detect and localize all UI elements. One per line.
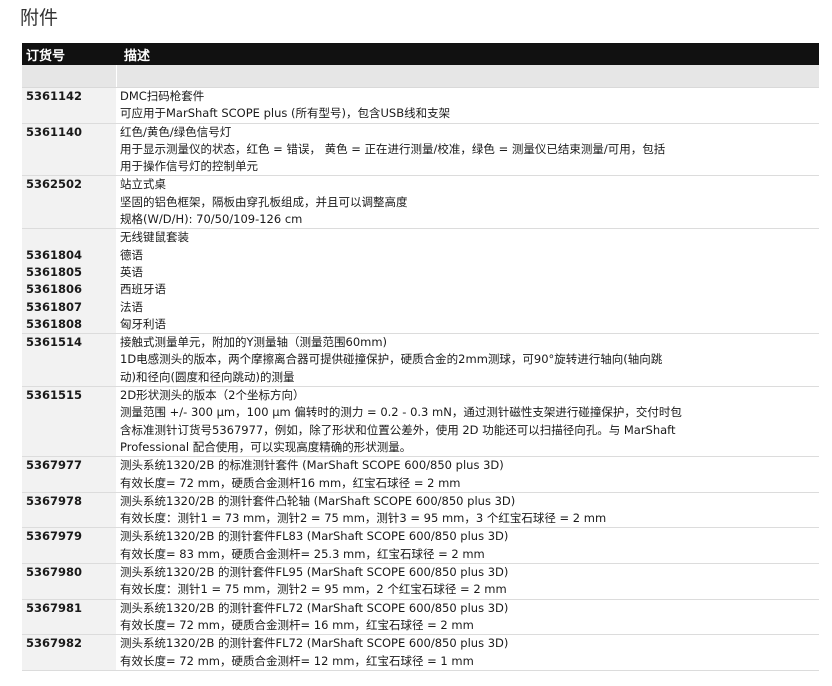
description-line: Professional 配合使用，可以实现高度精确的形状测量。 <box>120 439 412 454</box>
description-cell: 测头系统1320/2B 的测针套件FL72 (MarShaft SCOPE 60… <box>116 600 819 635</box>
order-number: 5361806 <box>26 282 83 297</box>
order-number: 5361514 <box>26 335 83 350</box>
order-number-cell: 5367982 <box>22 635 116 670</box>
item-name: 测头系统1320/2B 的测针套件FL72 (MarShaft SCOPE 60… <box>120 600 509 615</box>
description-cell: 接触式测量单元，附加的Y测量轴（测量范围60mm) 1D电感测头的版本，两个摩擦离… <box>116 334 819 386</box>
description-cell: 红色/黄色/绿色信号灯用于显示测量仪的状态，红色 = 错误， 黄色 = 正在进行… <box>116 124 819 176</box>
description-line: 有效长度= 72 mm，硬质合金测杆= 12 mm，红宝石球径 = 1 mm <box>120 653 474 668</box>
order-number: 5367977 <box>26 458 83 473</box>
table-row: 5361804 5361805 5361806 5361807 5361808 无线键鼠套… <box>22 229 819 335</box>
accessories-table: 订货号 描述 5361142 DMC扫码枪套件可应用于MarShaft SCOPE… <box>22 43 819 671</box>
description-line: 有效长度= 83 mm，硬质合金测杆= 25.3 mm，红宝石球径 = 2 mm <box>120 546 485 561</box>
table-row: 5367979 测头系统1320/2B 的测针套件FL83 (MarShaft S… <box>22 528 819 565</box>
description-line: 坚固的铝色框架，隔板由穿孔板组成，并且可以调整高度 <box>120 194 408 209</box>
order-number: 5361515 <box>26 388 83 403</box>
description-cell: DMC扫码枪套件可应用于MarShaft SCOPE plus (所有型号)，包… <box>116 88 819 123</box>
description-line: 动)和径向(圆度和径向跳动)的测量 <box>120 369 295 384</box>
description-line: 用于操作信号灯的控制单元 <box>120 159 258 174</box>
order-number: 5367981 <box>26 600 83 615</box>
table-row: 5361140 红色/黄色/绿色信号灯用于显示测量仪的状态，红色 = 错误， 黄色… <box>22 123 819 177</box>
item-name: 测头系统1320/2B 的测针套件FL95 (MarShaft SCOPE 60… <box>120 565 509 580</box>
order-number-cell: 5367979 <box>22 528 116 564</box>
description-cell: 测头系统1320/2B 的测针套件FL72 (MarShaft SCOPE 60… <box>116 635 819 670</box>
description-line: 匈牙利语 <box>120 316 166 331</box>
order-number: 5367978 <box>26 493 83 508</box>
item-name: 测头系统1320/2B 的标准测针套件 (MarShaft SCOPE 600/… <box>120 458 504 473</box>
spacer-cell-order <box>22 65 117 87</box>
description-line: 有效长度= 72 mm，硬质合金测杆= 16 mm，红宝石球径 = 2 mm <box>120 617 474 632</box>
description-line: 德语 <box>120 247 143 262</box>
description-cell: 站立式桌坚固的铝色框架，隔板由穿孔板组成，并且可以调整高度 规格(W/D/H): … <box>116 176 819 228</box>
order-number: 5367982 <box>26 636 83 651</box>
table-header: 订货号 描述 <box>22 43 819 65</box>
description-line: 可应用于MarShaft SCOPE plus (所有型号)，包含USB线和支架 <box>120 106 451 121</box>
order-number: 5361805 <box>26 264 83 279</box>
description-cell: 测头系统1320/2B 的测针套件FL95 (MarShaft SCOPE 60… <box>116 564 819 599</box>
item-name: 测头系统1320/2B 的测针套件FL83 (MarShaft SCOPE 60… <box>120 529 509 544</box>
order-number: 5367979 <box>26 529 83 544</box>
item-name: 无线键鼠套装 <box>120 230 189 245</box>
item-name: 站立式桌 <box>120 177 166 192</box>
description-line: 西班牙语 <box>120 282 166 297</box>
item-name: DMC扫码枪套件 <box>120 89 205 103</box>
table-body: 5361142 DMC扫码枪套件可应用于MarShaft SCOPE plus (… <box>22 88 819 671</box>
description-line: 用于显示测量仪的状态，红色 = 错误， 黄色 = 正在进行测量/校准，绿色 = … <box>120 141 666 156</box>
item-name: 接触式测量单元，附加的Y测量轴（测量范围60mm) <box>120 335 388 350</box>
order-number: 5362502 <box>26 177 83 192</box>
order-number-cell: 5361140 <box>22 123 116 176</box>
description-line: 法语 <box>120 299 143 314</box>
order-number: 5361808 <box>26 316 83 331</box>
order-number-cell: 5361514 <box>22 334 116 387</box>
table-row: 5361142 DMC扫码枪套件可应用于MarShaft SCOPE plus (… <box>22 88 819 124</box>
order-number: 5361142 <box>26 89 83 103</box>
order-number-cell: 5367978 <box>22 492 116 528</box>
order-number-cell: 5361142 <box>22 88 116 123</box>
table-spacer-row <box>22 65 819 88</box>
table-row: 5361515 2D形状测头的版本（2个坐标方向） 测量范围 +/- 300 µm，… <box>22 387 819 458</box>
order-number <box>26 229 116 246</box>
order-number: 5367980 <box>26 565 83 580</box>
table-row: 5367981 测头系统1320/2B 的测针套件FL72 (MarShaft S… <box>22 599 819 636</box>
description-line: 规格(W/D/H): 70/50/109-126 cm <box>120 212 303 227</box>
item-name: 测头系统1320/2B 的测针套件凸轮轴 (MarShaft SCOPE 600… <box>120 493 516 508</box>
table-row: 5367978 测头系统1320/2B 的测针套件凸轮轴 (MarShaft SC… <box>22 492 819 529</box>
description-cell: 2D形状测头的版本（2个坐标方向） 测量范围 +/- 300 µm，100 µm … <box>116 387 819 456</box>
order-number-cell: 5361515 <box>22 387 116 457</box>
order-number-cell: 5367977 <box>22 457 116 492</box>
description-cell: 测头系统1320/2B 的标准测针套件 (MarShaft SCOPE 600/… <box>116 457 819 492</box>
description-line: 含标准测针订货号5367977，例如，除了形状和位置公差外，使用 2D 功能还可… <box>120 422 676 437</box>
description-line: 有效长度= 72 mm，硬质合金测杆16 mm，红宝石球径 = 2 mm <box>120 475 461 490</box>
spacer-cell-desc <box>117 65 819 87</box>
description-line: 测量范围 +/- 300 µm，100 µm 偏转时的测力 = 0.2 - 0.… <box>120 405 682 420</box>
table-row: 5367977 测头系统1320/2B 的标准测针套件 (MarShaft SCO… <box>22 457 819 493</box>
item-name: 2D形状测头的版本（2个坐标方向） <box>120 388 305 403</box>
page-title: 附件 <box>20 7 59 29</box>
description-line: 有效长度：测针1 = 73 mm，测针2 = 75 mm，测针3 = 95 mm… <box>120 511 607 526</box>
description-line: 英语 <box>120 264 143 279</box>
description-line: 1D电感测头的版本，两个摩擦离合器可提供碰撞保护，硬质合金的2mm测球，可90°… <box>120 352 663 367</box>
description-cell: 测头系统1320/2B 的测针套件FL83 (MarShaft SCOPE 60… <box>116 528 819 563</box>
order-number-cell: 5362502 <box>22 176 116 229</box>
order-number-cell: 5367981 <box>22 599 116 635</box>
order-number: 5361140 <box>26 124 83 139</box>
header-order-number: 订货号 <box>26 48 66 64</box>
order-number-cell: 5367980 <box>22 564 116 599</box>
header-description: 描述 <box>124 48 151 64</box>
order-number: 5361804 <box>26 247 83 262</box>
description-cell: 无线键鼠套装 德语英语西班牙语法语匈牙利语 <box>116 229 819 333</box>
description-line: 有效长度：测针1 = 75 mm，测针2 = 95 mm，2 个红宝石球径 = … <box>120 582 507 597</box>
table-row: 5361514 接触式测量单元，附加的Y测量轴（测量范围60mm) 1D电感测头的版… <box>22 334 819 388</box>
order-number: 5361807 <box>26 299 83 314</box>
table-row: 5362502 站立式桌坚固的铝色框架，隔板由穿孔板组成，并且可以调整高度 规格(W… <box>22 176 819 230</box>
item-name: 红色/黄色/绿色信号灯 <box>120 124 232 139</box>
table-row: 5367982 测头系统1320/2B 的测针套件FL72 (MarShaft S… <box>22 635 819 671</box>
order-number-cell: 5361804 5361805 5361806 5361807 5361808 <box>22 229 116 334</box>
item-name: 测头系统1320/2B 的测针套件FL72 (MarShaft SCOPE 60… <box>120 636 509 651</box>
description-cell: 测头系统1320/2B 的测针套件凸轮轴 (MarShaft SCOPE 600… <box>116 493 819 528</box>
table-row: 5367980 测头系统1320/2B 的测针套件FL95 (MarShaft S… <box>22 564 819 600</box>
